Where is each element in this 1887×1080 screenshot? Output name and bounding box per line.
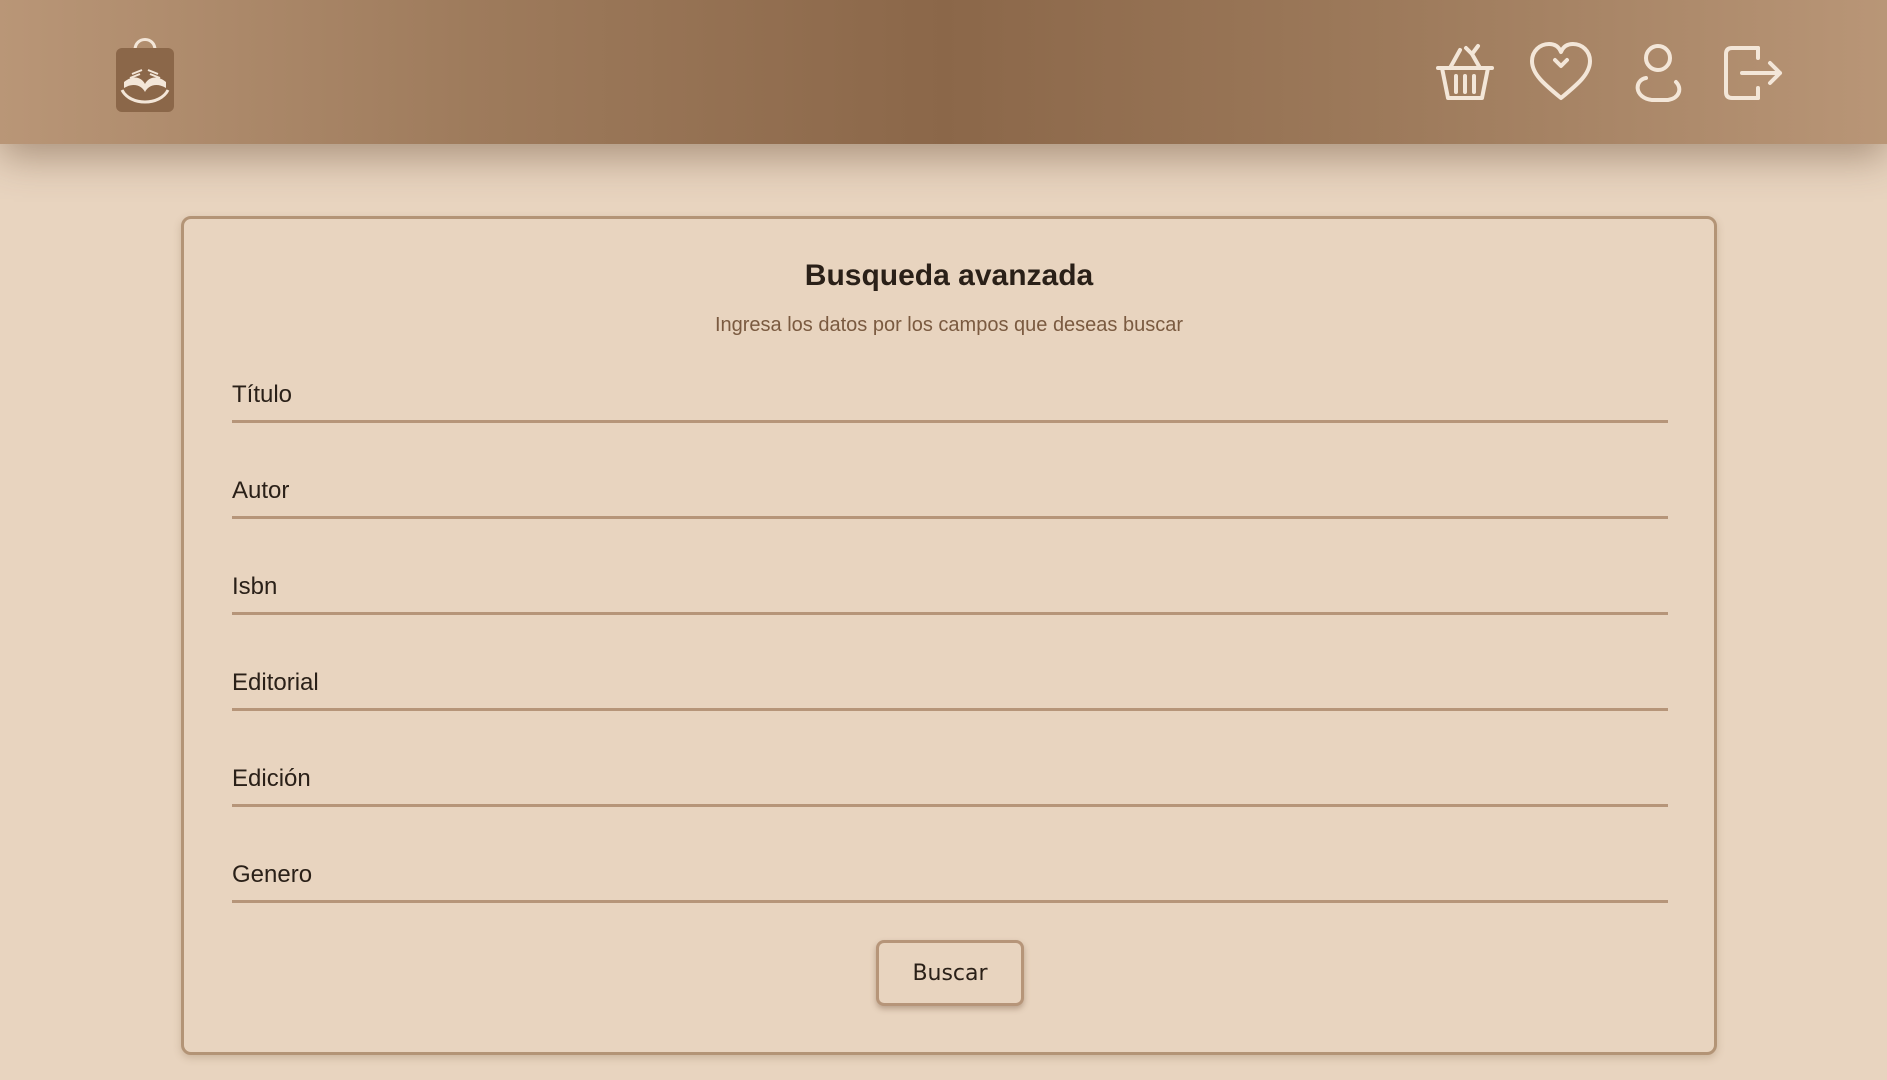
edicion-input[interactable] (232, 747, 1668, 804)
titulo-input[interactable] (232, 363, 1668, 420)
isbn-input[interactable] (232, 555, 1668, 612)
editorial-input[interactable] (232, 651, 1668, 708)
top-header (0, 0, 1887, 144)
search-button[interactable]: Buscar (876, 940, 1024, 1006)
basket-icon[interactable] (1430, 38, 1500, 108)
isbn-field (232, 555, 1668, 615)
page-title: Busqueda avanzada (804, 259, 1094, 292)
heart-icon[interactable] (1526, 38, 1596, 108)
logout-icon[interactable] (1718, 38, 1788, 108)
genero-input[interactable] (232, 843, 1668, 900)
titulo-field (232, 363, 1668, 423)
autor-input[interactable] (232, 459, 1668, 516)
page-subtitle: Ingresa los datos por los campos que des… (714, 314, 1184, 336)
autor-field (232, 459, 1668, 519)
user-icon[interactable] (1622, 38, 1692, 108)
editorial-field (232, 651, 1668, 711)
advanced-search-card: Busqueda avanzada Ingresa los datos por … (181, 216, 1717, 1055)
genero-field (232, 843, 1668, 903)
edicion-field (232, 747, 1668, 807)
shopping-bag-book-icon[interactable] (110, 30, 180, 114)
